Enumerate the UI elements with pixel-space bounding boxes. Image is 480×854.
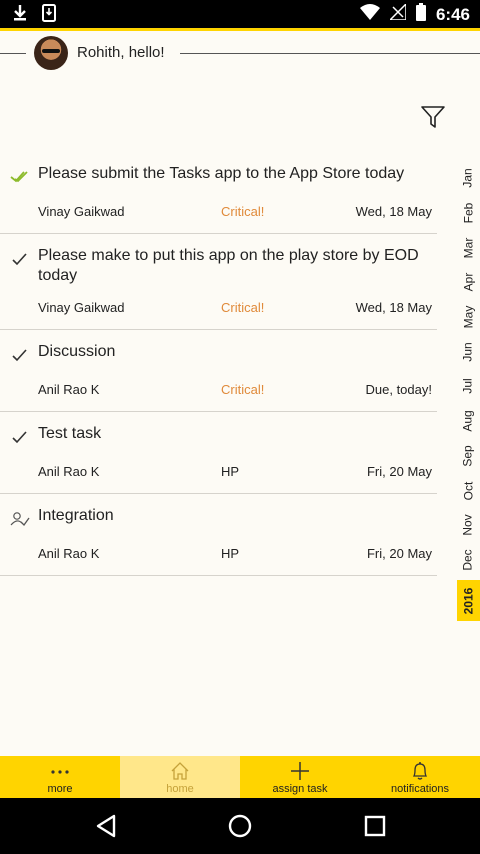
- bell-icon: [410, 761, 430, 781]
- system-nav-bar: [0, 798, 480, 854]
- task-item[interactable]: Test task Anil Rao K HP Fri, 20 May: [0, 412, 437, 494]
- task-item[interactable]: Please make to put this app on the play …: [0, 234, 437, 330]
- task-title: Please make to put this app on the play …: [38, 247, 419, 284]
- month-nov[interactable]: Nov: [456, 507, 480, 543]
- task-due: Wed, 18 May: [355, 204, 432, 219]
- home-icon: [170, 761, 190, 781]
- check-icon[interactable]: [10, 249, 30, 269]
- month-oct[interactable]: Oct: [456, 473, 480, 509]
- month-aug[interactable]: Aug: [456, 403, 480, 439]
- download-icon: [12, 4, 28, 27]
- tab-assign-task-label: assign task: [272, 783, 328, 795]
- tab-notifications-label: notifications: [390, 783, 450, 795]
- tab-home-label: home: [166, 783, 194, 795]
- divider: [0, 53, 26, 54]
- task-title: Test task: [38, 425, 102, 442]
- month-apr[interactable]: Apr: [456, 264, 480, 300]
- month-jul[interactable]: Jul: [456, 368, 480, 404]
- task-meta: Vinay Gaikwad Critical! Wed, 18 May: [0, 300, 437, 320]
- month-jun[interactable]: Jun: [456, 334, 480, 370]
- task-due: Wed, 18 May: [355, 300, 432, 315]
- task-title: Please submit the Tasks app to the App S…: [38, 165, 405, 182]
- task-assignee: Anil Rao K: [38, 464, 100, 479]
- more-dots-icon: [50, 761, 70, 781]
- month-may[interactable]: May: [456, 299, 480, 335]
- tab-home[interactable]: home: [120, 756, 240, 798]
- task-title: Integration: [38, 507, 114, 524]
- year-selector[interactable]: 2016: [457, 580, 480, 621]
- task-due: Fri, 20 May: [366, 464, 432, 479]
- task-meta: Anil Rao K HP Fri, 20 May: [0, 464, 437, 484]
- battery-icon: [415, 3, 426, 26]
- month-jan[interactable]: Jan: [456, 160, 480, 196]
- tab-more-label: more: [47, 783, 73, 795]
- year-label: 2016: [461, 587, 476, 614]
- filter-icon[interactable]: [420, 104, 446, 130]
- task-priority: Critical!: [221, 382, 265, 397]
- task-item[interactable]: Please submit the Tasks app to the App S…: [0, 152, 437, 234]
- user-check-icon[interactable]: [10, 509, 30, 529]
- task-assignee: Vinay Gaikwad: [38, 204, 125, 219]
- task-item[interactable]: Discussion Anil Rao K Critical! Due, tod…: [0, 330, 437, 412]
- header-accent-line: [0, 28, 480, 31]
- task-priority: HP: [221, 546, 240, 561]
- divider: [180, 53, 480, 54]
- bottom-tab-bar: more home assign task notifications: [0, 756, 480, 798]
- wifi-icon: [359, 4, 380, 25]
- task-title: Discussion: [38, 343, 116, 360]
- task-due: Fri, 20 May: [366, 546, 432, 561]
- month-sep[interactable]: Sep: [456, 438, 480, 474]
- tab-notifications[interactable]: notifications: [360, 756, 480, 798]
- greeting-text: Rohith, hello!: [77, 44, 165, 61]
- month-mar[interactable]: Mar: [456, 230, 480, 266]
- task-item[interactable]: Integration Anil Rao K HP Fri, 20 May: [0, 494, 437, 576]
- task-meta: Vinay Gaikwad Critical! Wed, 18 May: [0, 204, 437, 224]
- task-meta: Anil Rao K Critical! Due, today!: [0, 382, 437, 402]
- task-due: Due, today!: [365, 382, 433, 397]
- no-signal-icon: [388, 2, 407, 25]
- task-priority: HP: [221, 464, 240, 479]
- task-assignee: Anil Rao K: [38, 546, 100, 561]
- status-bar: 6:46: [0, 0, 480, 28]
- plus-icon: [290, 761, 310, 781]
- task-assignee: Anil Rao K: [38, 382, 100, 397]
- check-icon[interactable]: [10, 427, 30, 447]
- home-circle-icon[interactable]: [226, 812, 254, 840]
- task-priority: Critical!: [221, 204, 265, 219]
- task-priority: Critical!: [221, 300, 265, 315]
- tab-more[interactable]: more: [0, 756, 120, 798]
- status-time: 6:46: [435, 4, 470, 24]
- task-meta: Anil Rao K HP Fri, 20 May: [0, 546, 437, 566]
- task-assignee: Vinay Gaikwad: [38, 300, 125, 315]
- task-list: Please submit the Tasks app to the App S…: [0, 152, 437, 576]
- avatar[interactable]: [34, 36, 68, 70]
- tab-assign-task[interactable]: assign task: [240, 756, 360, 798]
- month-feb[interactable]: Feb: [456, 195, 480, 231]
- double-check-icon[interactable]: [10, 166, 30, 186]
- phone-download-icon: [42, 4, 56, 27]
- recents-icon[interactable]: [361, 812, 389, 840]
- month-dec[interactable]: Dec: [456, 542, 480, 578]
- check-icon[interactable]: [10, 345, 30, 365]
- greeting-header: Rohith, hello!: [0, 36, 480, 72]
- back-icon[interactable]: [92, 812, 120, 840]
